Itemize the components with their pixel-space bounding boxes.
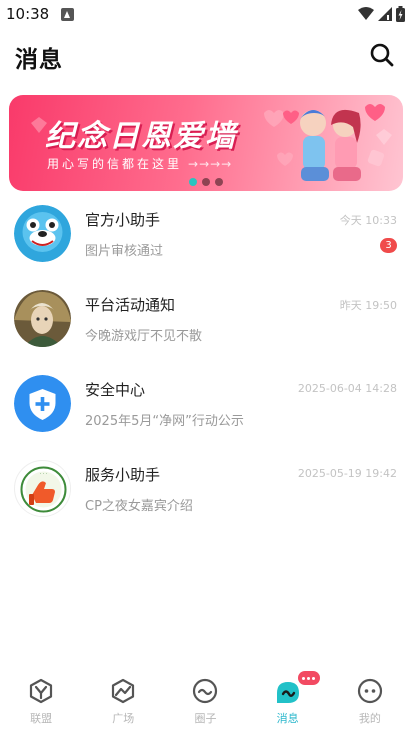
nav-item-square[interactable]: 广场 <box>90 670 156 732</box>
alliance-icon <box>26 676 56 706</box>
promo-banner[interactable]: 纪念日恩爱墙 用心写的信都在这里 →→→→ <box>9 95 403 191</box>
circle-icon <box>190 676 220 706</box>
message-preview: 今晚游戏厅不见不散 <box>85 329 203 344</box>
message-sender-name: 安全中心 <box>85 381 146 399</box>
message-list: 官方小助手 图片审核通过 今天 10:33 3 平台活动通知 今晚游戏厅不见不散… <box>0 192 411 532</box>
message-time: 昨天 19:50 <box>339 299 397 312</box>
battery-icon <box>396 6 405 22</box>
message-preview: CP之夜女嘉宾介绍 <box>85 499 193 514</box>
message-item-platform-activity[interactable]: 平台活动通知 今晚游戏厅不见不散 昨天 19:50 <box>0 277 411 362</box>
nav-item-messages[interactable]: 消息 <box>255 670 321 732</box>
couple-illustration <box>283 104 385 181</box>
nav-label: 联盟 <box>30 712 53 725</box>
search-button[interactable] <box>367 40 397 70</box>
message-sender-name: 服务小助手 <box>85 466 161 484</box>
shield-plus-avatar <box>14 375 71 432</box>
unread-badge: 3 <box>380 238 397 253</box>
profile-icon <box>355 676 385 706</box>
message-preview: 2025年5月“净网”行动公示 <box>85 414 244 429</box>
more-badge-icon <box>297 671 320 685</box>
nav-label: 我的 <box>358 712 381 725</box>
message-sender-name: 官方小助手 <box>85 211 161 229</box>
nav-item-circle[interactable]: 圈子 <box>172 670 238 732</box>
status-bar: 10:38 <box>0 0 411 30</box>
nav-label: 消息 <box>276 712 299 725</box>
page-title: 消息 <box>15 47 63 73</box>
banner-subtitle-row: 用心写的信都在这里 →→→→ <box>47 155 232 172</box>
banner-arrows: →→→→ <box>188 156 233 171</box>
banner-dot-2[interactable] <box>202 178 210 186</box>
message-preview: 图片审核通过 <box>85 244 164 259</box>
banner-pagination <box>9 178 403 186</box>
banner-dot-1[interactable] <box>189 178 197 186</box>
game-character-avatar <box>14 290 71 347</box>
cellular-signal-icon <box>378 7 392 21</box>
message-item-service-assistant[interactable]: · · · 服务小助手 CP之夜女嘉宾介绍 2025-05-19 19:42 <box>0 447 411 532</box>
banner-subtitle: 用心写的信都在这里 <box>47 157 183 171</box>
svg-text:· · ·: · · · <box>40 471 48 477</box>
message-sender-name: 平台活动通知 <box>85 296 176 314</box>
square-icon <box>108 676 138 706</box>
message-item-security-center[interactable]: 安全中心 2025年5月“净网”行动公示 2025-06-04 14:28 <box>0 362 411 447</box>
message-time: 2025-05-19 19:42 <box>297 467 397 480</box>
notification-app-icon <box>61 8 74 21</box>
mascot-thumbs-up-avatar: · · · <box>14 460 71 517</box>
message-time: 今天 10:33 <box>339 214 397 227</box>
status-time: 10:38 <box>6 5 50 23</box>
wifi-icon <box>358 7 374 20</box>
nav-item-alliance[interactable]: 联盟 <box>8 670 74 732</box>
nav-label: 圈子 <box>194 712 217 725</box>
status-indicators <box>358 6 405 22</box>
search-icon <box>370 43 394 67</box>
header: 消息 <box>0 30 411 82</box>
blue-mascot-avatar <box>14 205 71 262</box>
banner-title: 纪念日恩爱墙 <box>45 119 237 154</box>
banner-dot-3[interactable] <box>215 178 223 186</box>
message-time: 2025-06-04 14:28 <box>297 382 397 395</box>
nav-item-profile[interactable]: 我的 <box>337 670 403 732</box>
nav-label: 广场 <box>112 712 135 725</box>
message-item-official-assistant[interactable]: 官方小助手 图片审核通过 今天 10:33 3 <box>0 192 411 277</box>
bottom-nav: 联盟 广场 圈子 消息 我的 <box>0 670 411 732</box>
